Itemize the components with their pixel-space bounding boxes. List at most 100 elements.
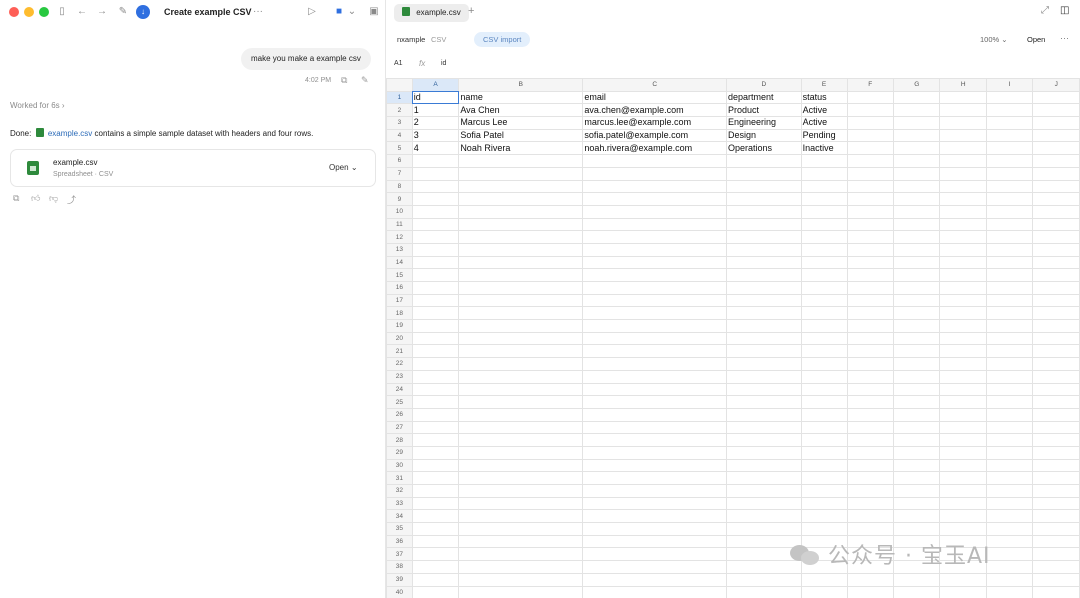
cell-b37[interactable] [458,547,584,562]
cell-b3[interactable]: Marcus Lee [458,116,584,130]
cell-i27[interactable] [985,420,1034,435]
cell-g13[interactable] [892,242,941,257]
cell-h7[interactable] [939,166,987,181]
zoom-window-button[interactable] [39,7,49,17]
formula-input[interactable]: id [441,60,446,67]
cell-e26[interactable] [800,407,848,422]
row-header[interactable]: 37 [386,547,413,562]
cell-c10[interactable] [582,204,727,219]
cell-c3[interactable]: marcus.lee@example.com [582,116,727,130]
cell-d32[interactable] [725,484,802,498]
expand-icon[interactable]: ⤢ [1041,5,1049,16]
cell-g12[interactable] [892,230,941,244]
cell-j7[interactable] [1032,166,1080,181]
cell-i16[interactable] [985,281,1034,295]
column-header-g[interactable]: G [892,78,941,92]
cell-i39[interactable] [985,572,1034,587]
cell-d12[interactable] [725,230,802,244]
cell-i30[interactable] [985,458,1034,473]
cell-i34[interactable] [985,509,1034,524]
row-header[interactable]: 5 [386,141,413,156]
cell-c7[interactable] [582,166,727,181]
cell-j26[interactable] [1032,407,1080,422]
cell-d19[interactable] [725,319,802,333]
cell-j6[interactable] [1032,154,1080,168]
row-header[interactable]: 29 [386,445,413,460]
cell-j12[interactable] [1032,230,1080,244]
cell-g5[interactable] [892,141,941,156]
row-header[interactable]: 38 [386,560,413,574]
cell-d1[interactable]: department [725,90,802,105]
terminal-icon[interactable]: ▣ [367,5,381,19]
cell-f5[interactable] [846,141,894,156]
cell-i17[interactable] [985,293,1034,308]
cell-e20[interactable] [800,331,848,346]
cell-g39[interactable] [892,572,941,587]
cell-d22[interactable] [725,357,802,371]
cell-h1[interactable] [939,90,987,105]
cell-h5[interactable] [939,141,987,156]
file-link[interactable]: example.csv [48,129,92,138]
cell-c2[interactable]: ava.chen@example.com [582,103,727,118]
cell-f29[interactable] [846,445,894,460]
cell-i2[interactable] [985,103,1034,118]
cell-a3[interactable]: 2 [411,116,460,130]
cell-e39[interactable] [800,572,848,587]
cell-d14[interactable] [725,255,802,270]
cell-a33[interactable] [411,496,460,511]
cell-a36[interactable] [411,534,460,549]
cell-a7[interactable] [411,166,460,181]
cell-e18[interactable] [800,306,848,321]
cell-h40[interactable] [939,585,987,598]
cell-e31[interactable] [800,471,848,485]
cell-i4[interactable] [985,128,1034,143]
cell-g30[interactable] [892,458,941,473]
cell-i22[interactable] [985,357,1034,371]
cell-b16[interactable] [458,281,584,295]
column-header-b[interactable]: B [458,78,584,92]
cell-d24[interactable] [725,382,802,397]
cell-g32[interactable] [892,484,941,498]
cell-j17[interactable] [1032,293,1080,308]
cell-h14[interactable] [939,255,987,270]
cell-g3[interactable] [892,116,941,130]
cell-h10[interactable] [939,204,987,219]
cell-h9[interactable] [939,192,987,206]
row-header[interactable]: 21 [386,344,413,359]
column-header-c[interactable]: C [582,78,727,92]
cell-a12[interactable] [411,230,460,244]
cell-i3[interactable] [985,116,1034,130]
cell-a23[interactable] [411,369,460,384]
cell-i37[interactable] [985,547,1034,562]
row-header[interactable]: 22 [386,357,413,371]
cell-i33[interactable] [985,496,1034,511]
cell-e4[interactable]: Pending [800,128,848,143]
cell-g35[interactable] [892,522,941,536]
column-header-j[interactable]: J [1032,78,1080,92]
cell-c19[interactable] [582,319,727,333]
cell-j28[interactable] [1032,433,1080,447]
cell-b7[interactable] [458,166,584,181]
cell-h22[interactable] [939,357,987,371]
row-header[interactable]: 32 [386,484,413,498]
cell-b39[interactable] [458,572,584,587]
cell-a2[interactable]: 1 [411,103,460,118]
row-header[interactable]: 20 [386,331,413,346]
cell-g34[interactable] [892,509,941,524]
cell-b1[interactable]: name [458,90,584,105]
row-header[interactable]: 24 [386,382,413,397]
cell-h23[interactable] [939,369,987,384]
cell-b29[interactable] [458,445,584,460]
cell-j23[interactable] [1032,369,1080,384]
cell-h26[interactable] [939,407,987,422]
row-header[interactable]: 23 [386,369,413,384]
cell-b24[interactable] [458,382,584,397]
row-header[interactable]: 27 [386,420,413,435]
cell-a18[interactable] [411,306,460,321]
cell-f12[interactable] [846,230,894,244]
cell-h16[interactable] [939,281,987,295]
cell-b12[interactable] [458,230,584,244]
cell-f6[interactable] [846,154,894,168]
cell-c30[interactable] [582,458,727,473]
cell-i7[interactable] [985,166,1034,181]
